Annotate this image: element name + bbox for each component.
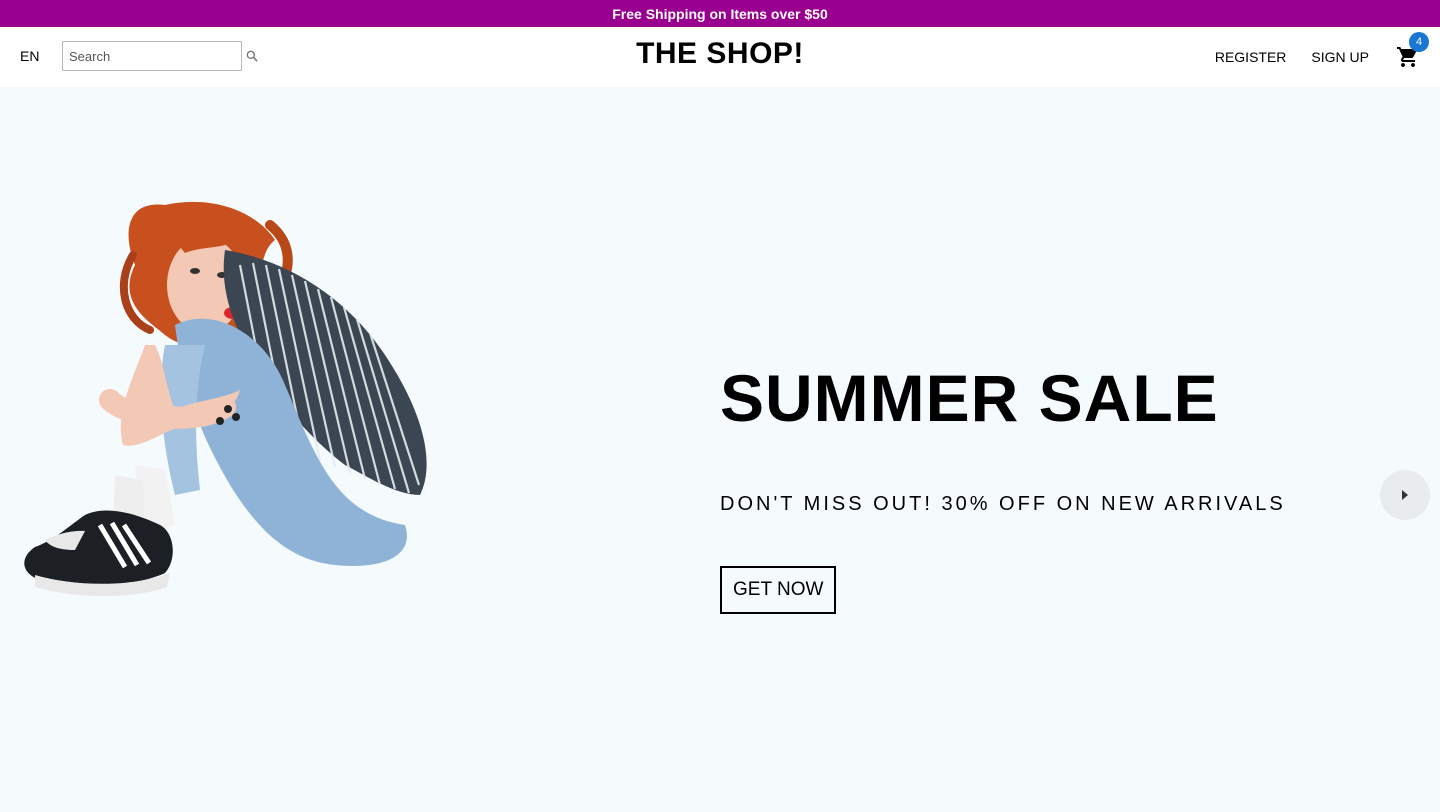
cart-count-badge: 4 [1409,32,1429,52]
shopping-cart-button[interactable]: 4 [1394,32,1429,71]
navbar: EN THE SHOP! REGISTER SIGN UP 4 [0,27,1440,87]
search-container [62,41,258,71]
announcement-text: Free Shipping on Items over $50 [612,5,828,22]
language-selector[interactable]: EN [20,48,39,64]
hero-subtitle: DON'T MISS OUT! 30% OFF ON NEW ARRIVALS [720,493,1286,515]
get-now-button[interactable]: GET NOW [720,566,837,614]
hero-text: SUMMER SALE DON'T MISS OUT! 30% OFF ON N… [720,365,1286,614]
hero-image [15,195,435,615]
sign-up-link[interactable]: SIGN UP [1311,49,1369,65]
arrow-right-icon [1402,490,1408,500]
next-slide-button[interactable] [1380,470,1430,520]
nav-right: REGISTER SIGN UP 4 [1215,27,1429,87]
register-link[interactable]: REGISTER [1215,49,1287,65]
announcement-bar: Free Shipping on Items over $50 [0,0,1440,27]
hero-slider: SUMMER SALE DON'T MISS OUT! 30% OFF ON N… [0,87,1440,812]
search-icon[interactable] [245,49,259,63]
search-input[interactable] [63,42,245,70]
hero-title: SUMMER SALE [720,361,1219,435]
